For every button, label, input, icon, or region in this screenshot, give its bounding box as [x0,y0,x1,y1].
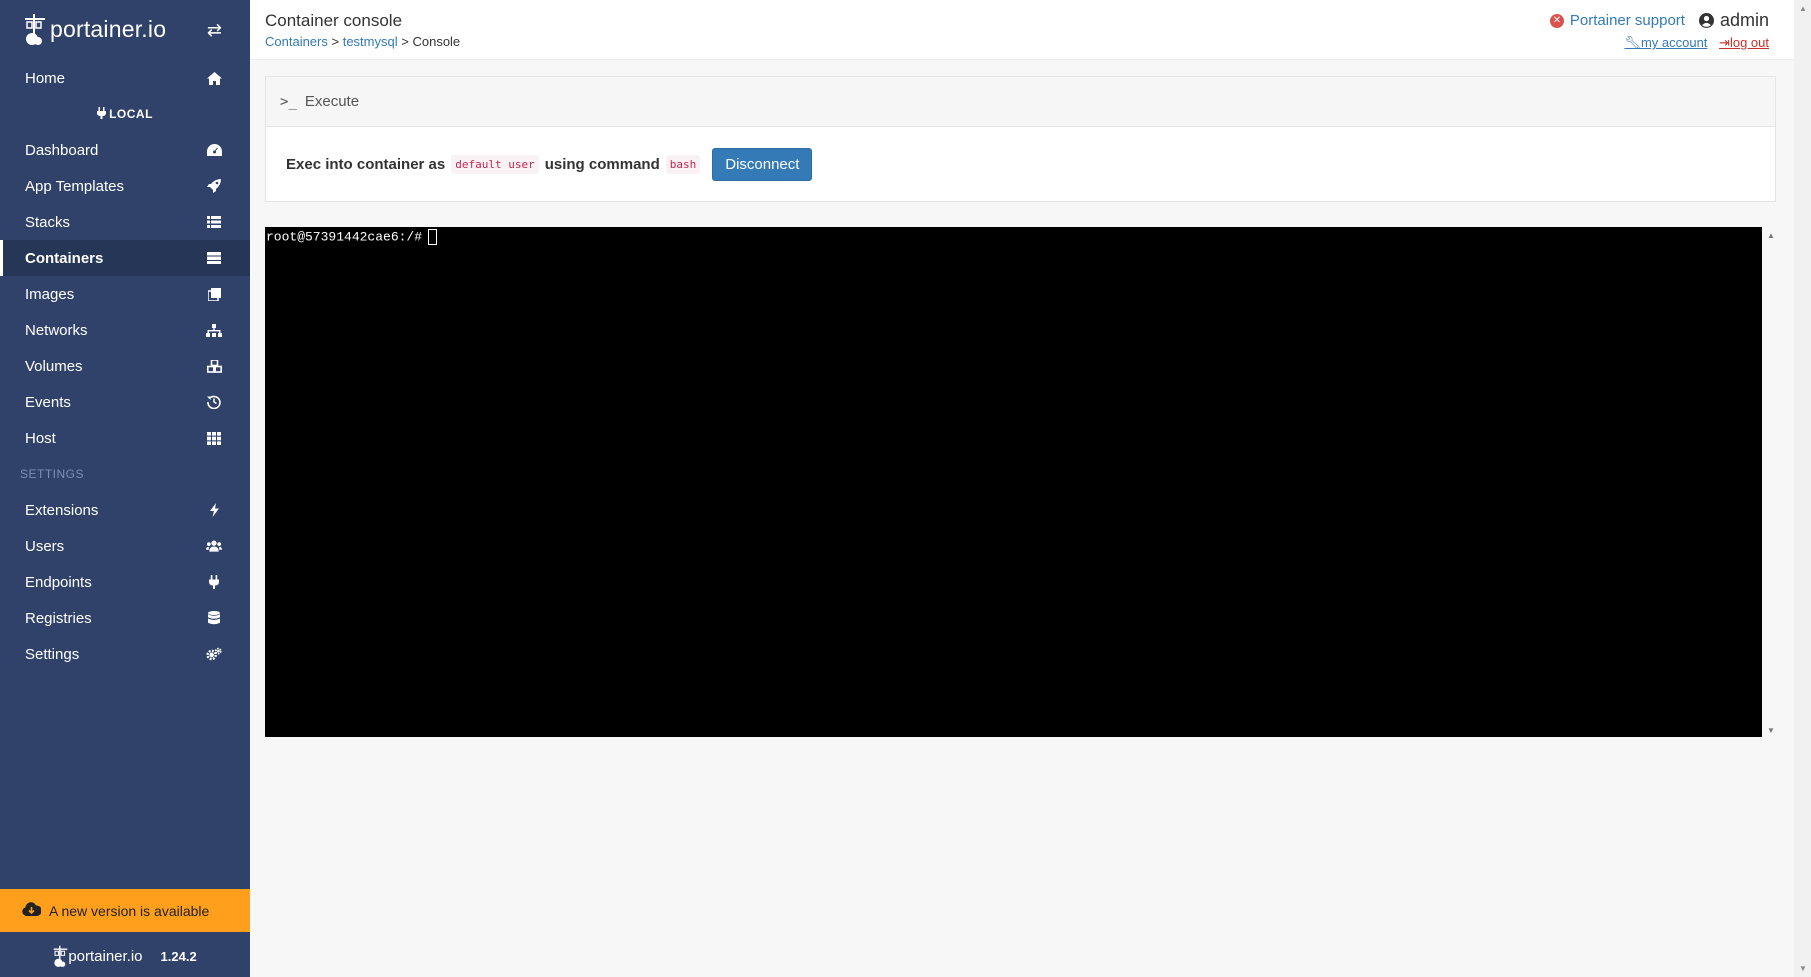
cogs-icon [206,646,222,662]
command-code: bash [665,155,701,174]
exec-text-1: Exec into container as [286,156,446,173]
page-scroll-down-icon[interactable]: ▼ [1799,964,1807,973]
cubes-icon [206,358,222,374]
server-icon [206,250,222,266]
tachometer-icon [206,142,222,158]
logout-link[interactable]: ⇥log out [1719,35,1769,50]
sidebar-item-app-templates[interactable]: App Templates [0,168,250,204]
user-code: default user [451,155,539,174]
settings-section-title: SETTINGS [20,467,85,481]
sitemap-icon [206,322,222,338]
terminal-icon: >_ [280,93,297,110]
home-icon [206,70,222,86]
plug-icon [97,106,107,122]
terminal[interactable]: root@57391442cae6:/# [265,227,1762,737]
portainer-logo-icon [25,14,45,45]
sidebar: portainer.io ⇄ Home LOCAL Dashboard App … [0,0,250,977]
disconnect-button[interactable]: Disconnect [712,148,813,181]
exec-text-2: using command [544,156,660,173]
users-icon [206,538,222,554]
username: admin [1698,10,1769,31]
wrench-icon: 🔧︎ [1624,35,1641,50]
sidebar-item-dashboard[interactable]: Dashboard [0,132,250,168]
footer-brand: portainer.io [68,947,143,965]
sidebar-item-host[interactable]: Host [0,420,250,456]
support-link[interactable]: ✕ Portainer support [1549,12,1685,29]
terminal-prompt: root@57391442cae6:/# [266,229,423,245]
sidebar-item-containers[interactable]: Containers [0,240,250,276]
page-scroll-up-icon[interactable]: ▲ [1799,4,1807,13]
terminal-scrollbar[interactable]: ▲ ▼ [1764,227,1778,737]
life-ring-icon: ✕ [1549,13,1564,28]
plug-icon [206,574,222,590]
scroll-up-icon[interactable]: ▲ [1767,231,1775,240]
bolt-icon [206,502,222,518]
brand: portainer.io ⇄ [0,0,250,58]
exchange-icon[interactable]: ⇄ [207,20,222,41]
brand-name: portainer.io [50,15,167,42]
breadcrumb-current: Console [412,34,461,49]
sidebar-item-images[interactable]: Images [0,276,250,312]
th-list-icon [206,214,222,230]
widget-header: >_ Execute [266,77,1775,127]
page-scrollbar[interactable]: ▲ ▼ [1794,0,1811,977]
th-icon [206,430,222,446]
sidebar-item-registries[interactable]: Registries [0,600,250,636]
main-content: >_ Execute Exec into container as defaul… [250,60,1811,977]
execute-widget: >_ Execute Exec into container as defaul… [265,76,1776,202]
scroll-down-icon[interactable]: ▼ [1767,726,1775,735]
user-area: ✕ Portainer support admin 🔧︎my account ⇥… [1549,10,1769,51]
sidebar-item-home[interactable]: Home [0,60,250,96]
sidebar-item-networks[interactable]: Networks [0,312,250,348]
breadcrumb: Containers > testmysql > Console [265,34,461,49]
terminal-cursor [428,229,438,245]
page-title: Container console [265,11,403,30]
portainer-logo-icon [53,945,68,967]
update-banner[interactable]: A new version is available [0,889,250,932]
sidebar-item-events[interactable]: Events [0,384,250,420]
version-label: 1.24.2 [160,948,197,964]
sidebar-item-extensions[interactable]: Extensions [0,492,250,528]
rocket-icon [206,178,222,194]
sidebar-footer: portainer.io 1.24.2 [0,940,250,972]
history-icon [206,394,222,410]
breadcrumb-containers[interactable]: Containers [265,34,328,49]
endpoint-title: LOCAL [0,96,250,132]
sidebar-item-endpoints[interactable]: Endpoints [0,564,250,600]
sidebar-item-users[interactable]: Users [0,528,250,564]
cloud-download-icon [22,902,42,919]
sidebar-item-stacks[interactable]: Stacks [0,204,250,240]
widget-title: Execute [304,93,360,110]
page-header: Container console Containers > testmysql… [250,0,1811,60]
brand-logo[interactable]: portainer.io [24,12,166,46]
sidebar-item-volumes[interactable]: Volumes [0,348,250,384]
user-circle-icon [1698,13,1714,28]
widget-body: Exec into container as default user usin… [266,127,1775,202]
breadcrumb-testmysql[interactable]: testmysql [343,34,398,49]
my-account-link[interactable]: 🔧︎my account [1624,35,1707,50]
database-icon [206,610,222,626]
clone-icon [206,286,222,302]
sign-out-icon: ⇥ [1719,35,1730,50]
sidebar-item-settings[interactable]: Settings [0,636,250,672]
